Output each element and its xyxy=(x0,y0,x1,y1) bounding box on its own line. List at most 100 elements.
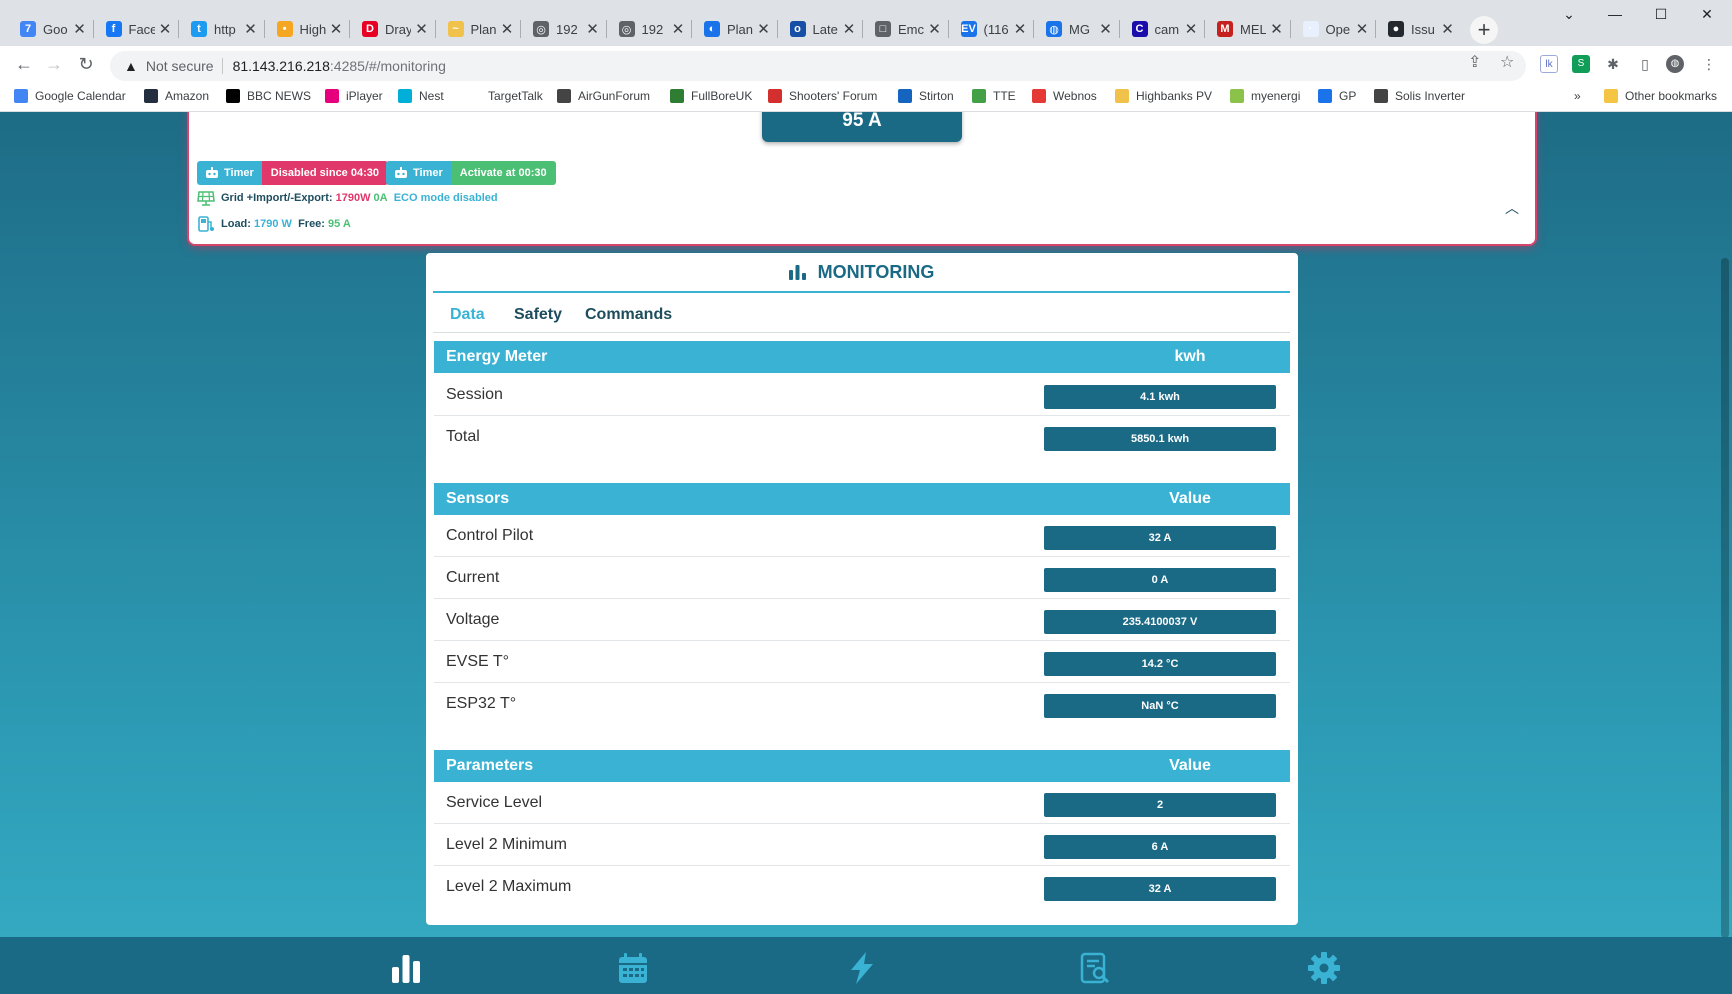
side-panel-icon[interactable]: ▯ xyxy=(1636,55,1654,73)
browser-tab[interactable]: □ Emc ✕ xyxy=(865,12,949,46)
tab-favicon-icon: o xyxy=(789,21,806,37)
bookmark-label: Webnos xyxy=(1053,89,1097,103)
browser-tab[interactable]: · Ope ✕ xyxy=(1293,12,1377,46)
more-bookmarks-chevron-icon[interactable]: » xyxy=(1574,89,1581,103)
tab-close-icon[interactable]: ✕ xyxy=(841,20,857,38)
extensions-puzzle-icon[interactable]: ✱ xyxy=(1604,55,1622,73)
bookmark-item[interactable]: Amazon xyxy=(144,89,209,103)
tab-close-icon[interactable]: ✕ xyxy=(1012,20,1028,38)
nav-logs-search-icon[interactable] xyxy=(1078,951,1112,985)
browser-tab[interactable]: 7 Goo ✕ xyxy=(10,12,94,46)
bookmark-star-icon[interactable]: ☆ xyxy=(1500,52,1514,72)
folder-icon xyxy=(1604,89,1618,103)
browser-tab[interactable]: • High ✕ xyxy=(267,12,351,46)
browser-tab[interactable]: t http ✕ xyxy=(181,12,265,46)
profile-avatar[interactable]: ◍ xyxy=(1666,55,1684,73)
tab-separator xyxy=(1289,20,1291,38)
bookmark-item[interactable]: TargetTalk xyxy=(467,89,543,103)
maximize-button[interactable]: ☐ xyxy=(1638,6,1684,23)
browser-tab[interactable]: f Face ✕ xyxy=(96,12,180,46)
tab-commands[interactable]: Commands xyxy=(585,306,672,324)
bookmark-item[interactable]: Solis Inverter xyxy=(1374,89,1465,103)
tab-close-icon[interactable]: ✕ xyxy=(157,20,173,38)
monitoring-card: MONITORING Data Safety Commands Energy M… xyxy=(426,253,1298,925)
browser-tab[interactable]: M MEL ✕ xyxy=(1207,12,1291,46)
row-label: Total xyxy=(446,428,480,445)
bookmark-item[interactable]: iPlayer xyxy=(325,89,383,103)
grid-power: 1790W xyxy=(335,192,371,204)
back-arrow-icon[interactable]: ← xyxy=(12,54,36,75)
tab-data[interactable]: Data xyxy=(450,306,485,324)
browser-tab[interactable]: EV (116 ✕ xyxy=(951,12,1035,46)
tab-close-icon[interactable]: ✕ xyxy=(499,20,515,38)
browser-tab[interactable]: ◎ 192 ✕ xyxy=(523,12,607,46)
address-bar[interactable]: ▲ Not secure 81.143.216.218 :4285/#/moni… xyxy=(110,51,1526,81)
bookmark-item[interactable]: FullBoreUK xyxy=(670,89,752,103)
browser-tab[interactable]: D Dray ✕ xyxy=(352,12,436,46)
bookmark-favicon-icon xyxy=(325,89,339,103)
tab-search-chevron-icon[interactable]: ⌄ xyxy=(1546,6,1592,23)
page-scrollbar[interactable] xyxy=(1721,258,1729,938)
table-row: Current 0 A xyxy=(434,557,1290,599)
bookmark-item[interactable]: BBC NEWS xyxy=(226,89,311,103)
share-icon[interactable]: ⇪ xyxy=(1468,52,1481,72)
browser-tab[interactable]: ● Issu ✕ xyxy=(1378,12,1462,46)
new-tab-button[interactable]: + xyxy=(1470,16,1498,44)
tab-close-icon[interactable]: ✕ xyxy=(1183,20,1199,38)
close-window-button[interactable]: ✕ xyxy=(1684,6,1730,23)
reload-icon[interactable]: ↻ xyxy=(74,54,98,75)
browser-tab[interactable]: ◎ 192 ✕ xyxy=(609,12,693,46)
bookmark-item[interactable]: Stirton xyxy=(898,89,954,103)
browser-tab[interactable]: ~ Plan ✕ xyxy=(438,12,522,46)
tab-title: 192 xyxy=(641,21,664,37)
tab-close-icon[interactable]: ✕ xyxy=(328,20,344,38)
bookmark-favicon-icon xyxy=(898,89,912,103)
bookmark-item[interactable]: Highbanks PV xyxy=(1115,89,1212,103)
browser-tab[interactable]: ◍ MG ✕ xyxy=(1036,12,1120,46)
tab-close-icon[interactable]: ✕ xyxy=(414,20,430,38)
bookmark-item[interactable]: Webnos xyxy=(1032,89,1097,103)
bookmark-item[interactable]: AirGunForum xyxy=(557,89,650,103)
bookmark-item[interactable]: GP xyxy=(1318,89,1356,103)
minimize-button[interactable]: — xyxy=(1592,6,1638,22)
nav-monitoring-bar-chart-icon[interactable] xyxy=(389,951,423,985)
bookmark-item[interactable]: myenergi xyxy=(1230,89,1300,103)
nav-settings-gear-icon[interactable] xyxy=(1307,951,1341,985)
table-row: Service Level 2 xyxy=(434,782,1290,824)
bookmark-item[interactable]: Nest xyxy=(398,89,444,103)
forward-arrow-icon[interactable]: → xyxy=(42,54,66,75)
browser-tab[interactable]: o Late ✕ xyxy=(780,12,864,46)
tab-favicon-icon: ◎ xyxy=(618,21,635,37)
s-extension-icon[interactable]: S xyxy=(1572,55,1590,73)
tab-close-icon[interactable]: ✕ xyxy=(1354,20,1370,38)
bottom-navigation xyxy=(0,937,1732,994)
browser-tab[interactable]: ◐ Plan ✕ xyxy=(694,12,778,46)
other-bookmarks[interactable]: Other bookmarks xyxy=(1604,89,1717,103)
menu-kebab-icon[interactable]: ⋮ xyxy=(1700,55,1718,73)
bookmark-favicon-icon xyxy=(1032,89,1046,103)
browser-tab[interactable]: Ccam ✕ xyxy=(1122,12,1206,46)
sensors-unit: Value xyxy=(1169,490,1211,507)
tab-safety[interactable]: Safety xyxy=(514,306,562,324)
bookmark-item[interactable]: Google Calendar xyxy=(14,89,126,103)
tab-close-icon[interactable]: ✕ xyxy=(243,20,259,38)
bookmark-item[interactable]: Shooters' Forum xyxy=(768,89,877,103)
link-extension-icon[interactable]: lk xyxy=(1540,55,1558,73)
tab-close-icon[interactable]: ✕ xyxy=(72,20,88,38)
tab-separator xyxy=(776,20,778,38)
tab-close-icon[interactable]: ✕ xyxy=(670,20,686,38)
tab-close-icon[interactable]: ✕ xyxy=(927,20,943,38)
tab-close-icon[interactable]: ✕ xyxy=(1098,20,1114,38)
address-separator xyxy=(221,58,223,74)
table-row: Level 2 Maximum 32 A xyxy=(434,866,1290,908)
tab-close-icon[interactable]: ✕ xyxy=(756,20,772,38)
bookmark-item[interactable]: TTE xyxy=(972,89,1016,103)
tab-separator xyxy=(92,20,94,38)
collapse-chevron-icon[interactable]: ︿ xyxy=(1505,198,1519,218)
nav-charging-bolt-icon[interactable] xyxy=(845,951,879,985)
nav-calendar-icon[interactable] xyxy=(616,951,650,985)
tab-close-icon[interactable]: ✕ xyxy=(1269,20,1285,38)
tab-close-icon[interactable]: ✕ xyxy=(1440,20,1456,38)
bookmark-label: myenergi xyxy=(1251,89,1301,103)
tab-close-icon[interactable]: ✕ xyxy=(585,20,601,38)
